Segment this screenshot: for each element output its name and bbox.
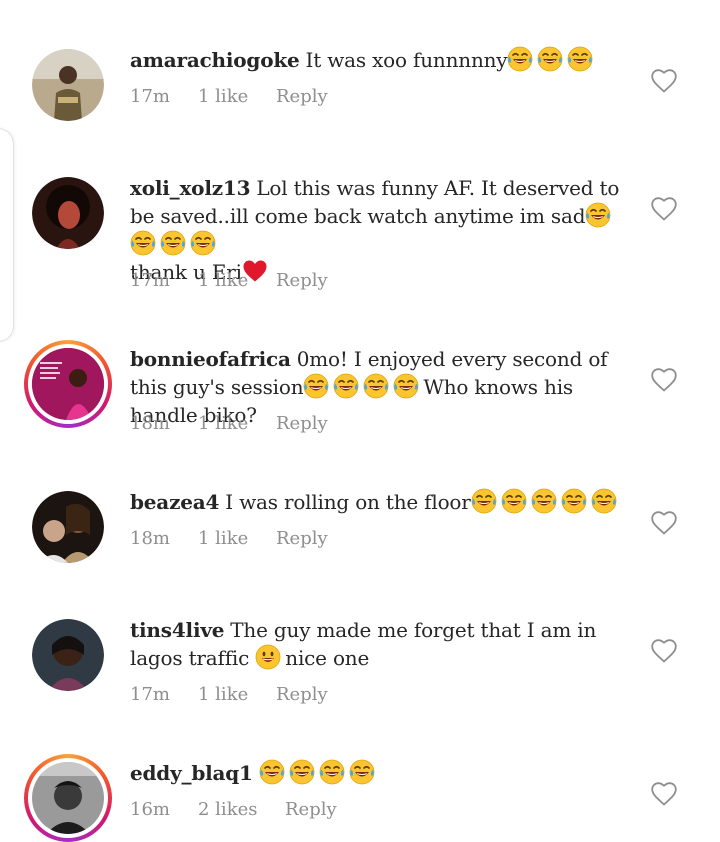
laugh-icon [537, 46, 563, 72]
avatar[interactable] [32, 177, 104, 249]
avatar-photo [32, 49, 104, 121]
comment-username[interactable]: beazea4 [130, 490, 219, 514]
laugh-icon [289, 759, 315, 785]
comment-text: tins4live The guy made me forget that I a… [130, 616, 630, 672]
comment-likes[interactable]: 1 like [198, 527, 248, 551]
laugh-icon [363, 373, 389, 399]
laugh-icon [585, 202, 611, 228]
laugh-icon [507, 46, 533, 72]
comment-text: beazea4 I was rolling on the floor [130, 488, 630, 516]
laugh-icon [567, 46, 593, 72]
avatar[interactable] [24, 340, 112, 428]
avatar-photo [32, 348, 104, 420]
comment-likes[interactable]: 1 like [198, 85, 248, 109]
heart-outline-icon[interactable] [650, 196, 678, 222]
comment-text: amarachiogoke It was xoo funnnnny [130, 46, 630, 74]
laugh-icon [501, 488, 527, 514]
comment-username[interactable]: xoli_xolz13 [130, 176, 251, 200]
comment-time: 18m [130, 413, 170, 434]
reply-button[interactable]: Reply [276, 269, 328, 293]
laugh-icon [190, 230, 216, 256]
laugh-icon [531, 488, 557, 514]
grinning-face-icon [255, 644, 281, 670]
avatar-photo [32, 619, 104, 691]
comment-body: It was xoo funnnnny [305, 48, 508, 72]
comment-time: 16m [130, 799, 170, 820]
comment-likes[interactable]: 1 like [198, 683, 248, 707]
comment-time: 17m [130, 684, 170, 705]
comment-username[interactable]: tins4live [130, 618, 224, 642]
laugh-icon [591, 488, 617, 514]
laugh-icon [471, 488, 497, 514]
comment-body-continued: nice one [285, 646, 370, 670]
comment-body: I was rolling on the floor [225, 490, 471, 514]
avatar[interactable] [32, 491, 104, 563]
avatar-photo [32, 177, 104, 249]
avatar[interactable] [24, 754, 112, 842]
laugh-icon [259, 759, 285, 785]
comment-time: 17m [130, 86, 170, 107]
laugh-icon [349, 759, 375, 785]
laugh-icon [393, 373, 419, 399]
side-panel-edge [0, 128, 14, 342]
comment-likes[interactable]: 1 like [198, 269, 248, 293]
comment-time: 18m [130, 528, 170, 549]
avatar-photo [32, 491, 104, 563]
avatar[interactable] [32, 49, 104, 121]
heart-outline-icon[interactable] [650, 68, 678, 94]
reply-button[interactable]: Reply [276, 527, 328, 551]
heart-outline-icon[interactable] [650, 510, 678, 536]
heart-outline-icon[interactable] [650, 367, 678, 393]
reply-button[interactable]: Reply [276, 412, 328, 436]
comment-text: eddy_blaq1 [130, 759, 630, 787]
laugh-icon [319, 759, 345, 785]
reply-button[interactable]: Reply [276, 683, 328, 707]
laugh-icon [333, 373, 359, 399]
comment-likes[interactable]: 2 likes [198, 798, 257, 822]
avatar[interactable] [32, 619, 104, 691]
laugh-icon [561, 488, 587, 514]
laugh-icon [160, 230, 186, 256]
comment-username[interactable]: amarachiogoke [130, 48, 300, 72]
reply-button[interactable]: Reply [276, 85, 328, 109]
avatar-photo [32, 762, 104, 834]
reply-button[interactable]: Reply [285, 798, 337, 822]
comment-username[interactable]: eddy_blaq1 [130, 761, 253, 785]
comment-time: 17m [130, 270, 170, 291]
laugh-icon [130, 230, 156, 256]
heart-outline-icon[interactable] [650, 638, 678, 664]
laugh-icon [303, 373, 329, 399]
comment-username[interactable]: bonnieofafrica [130, 347, 291, 371]
comment-likes[interactable]: 1 like [198, 412, 248, 436]
heart-outline-icon[interactable] [650, 781, 678, 807]
